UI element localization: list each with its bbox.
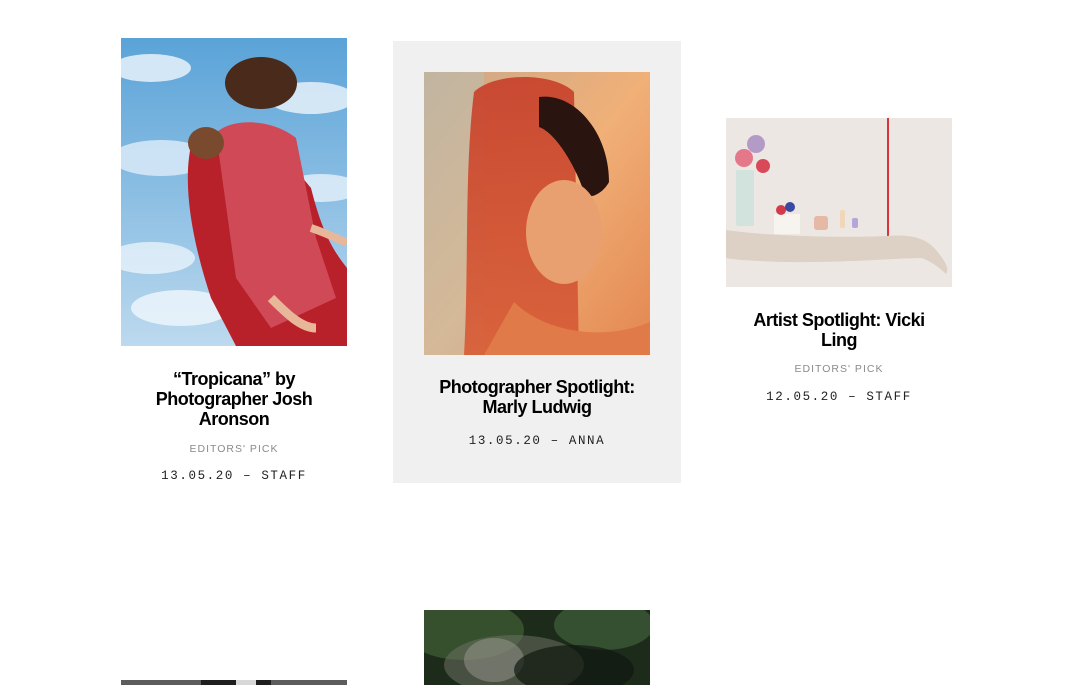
post-title[interactable]: Artist Spotlight: Vicki Ling — [749, 310, 929, 350]
post-card-highlighted[interactable]: Photographer Spotlight: Marly Ludwig 13.… — [393, 41, 681, 483]
post-meta: 13.05.20 – STAFF — [121, 469, 347, 483]
post-meta: 12.05.20 – STAFF — [726, 390, 952, 404]
post-author[interactable]: STAFF — [261, 469, 307, 483]
post-category[interactable]: EDITORS' PICK — [121, 443, 347, 455]
post-card[interactable]: Artist Spotlight: Vicki Ling EDITORS' PI… — [726, 118, 953, 418]
meta-separator: – — [243, 469, 253, 483]
meta-separator: – — [550, 434, 560, 448]
blog-grid-page: “Tropicana” by Photographer Josh Aronson… — [0, 0, 1080, 685]
post-card[interactable]: “Tropicana” by Photographer Josh Aronson… — [121, 38, 348, 488]
meta-separator: – — [848, 390, 858, 404]
post-author[interactable]: ANNA — [569, 434, 605, 448]
post-thumbnail[interactable] — [121, 680, 347, 685]
post-thumbnail[interactable] — [726, 118, 952, 287]
post-category[interactable]: EDITORS' PICK — [726, 363, 952, 375]
post-date: 13.05.20 — [161, 469, 234, 483]
post-author[interactable]: STAFF — [866, 390, 912, 404]
post-thumbnail[interactable] — [424, 72, 650, 355]
post-date: 13.05.20 — [468, 434, 542, 448]
post-title[interactable]: “Tropicana” by Photographer Josh Aronson — [141, 369, 327, 429]
post-date: 12.05.20 — [766, 390, 839, 404]
post-thumbnail[interactable] — [121, 38, 347, 346]
post-title[interactable]: Photographer Spotlight: Marly Ludwig — [437, 377, 637, 417]
post-card[interactable] — [121, 680, 348, 685]
post-thumbnail[interactable] — [424, 610, 650, 685]
post-card[interactable] — [424, 610, 650, 685]
post-meta: 13.05.20 – ANNA — [393, 434, 681, 448]
